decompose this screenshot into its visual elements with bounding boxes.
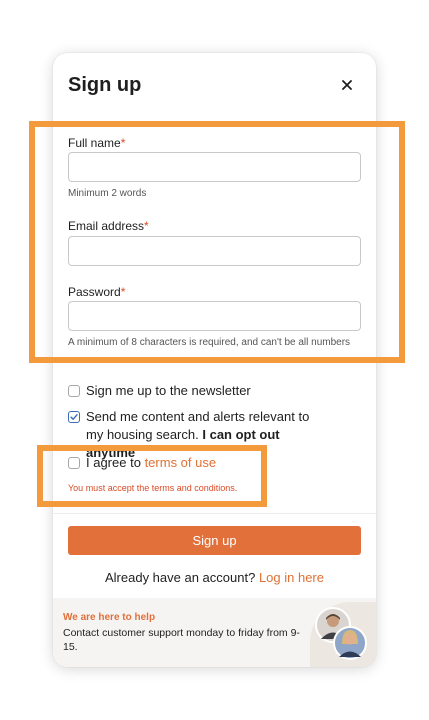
full-name-hint: Minimum 2 words [68,188,147,199]
newsletter-checkbox[interactable] [68,385,80,397]
terms-label: I agree to terms of use [86,455,217,470]
required-mark: * [120,136,126,150]
password-label: Password* [68,285,126,299]
checkmark-icon [70,414,78,420]
email-input[interactable] [68,236,361,266]
close-button[interactable] [337,73,357,97]
email-label: Email address* [68,219,149,233]
avatar-woman [333,626,367,660]
divider [53,513,376,514]
dialog-header: Sign up [68,73,361,97]
terms-option: I agree to terms of use [68,454,361,472]
full-name-input[interactable] [68,152,361,182]
terms-of-use-link[interactable]: terms of use [145,455,217,470]
login-prompt: Already have an account? Log in here [104,570,324,585]
required-mark: * [144,219,149,233]
required-mark: * [120,285,126,299]
terms-error-message: You must accept the terms and conditions… [68,483,238,493]
log-in-link[interactable]: Log in here [259,570,324,585]
dialog-title: Sign up [68,74,142,96]
alerts-checkbox[interactable] [68,411,80,423]
password-input[interactable] [68,301,361,331]
newsletter-option: Sign me up to the newsletter [68,382,361,400]
newsletter-label: Sign me up to the newsletter [86,383,251,398]
support-avatars [315,607,367,660]
full-name-label: Full name* [68,136,126,150]
close-icon [342,80,352,90]
help-text: Contact customer support monday to frida… [63,627,300,653]
signup-dialog: Sign up Full name* Minimum 2 words Email… [53,53,376,667]
help-title: We are here to help [63,612,156,623]
password-hint: A minimum of 8 characters is required, a… [68,337,351,348]
sign-up-button[interactable]: Sign up [68,526,361,555]
terms-checkbox[interactable] [68,457,80,469]
help-footer: We are here to help Contact customer sup… [53,598,376,667]
